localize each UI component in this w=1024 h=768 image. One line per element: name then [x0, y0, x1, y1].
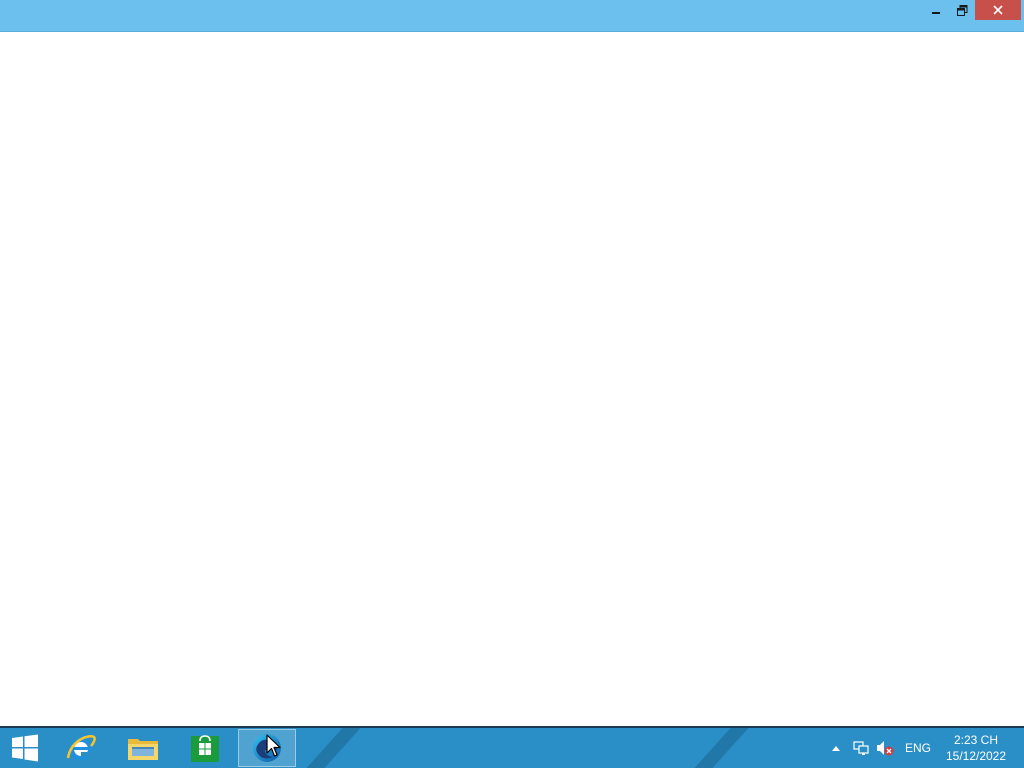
taskbar-stripe [676, 728, 758, 768]
title-bar[interactable] [0, 0, 1024, 32]
restore-icon [956, 4, 967, 16]
app-window [0, 0, 1024, 726]
chevron-up-icon [832, 746, 840, 751]
file-explorer-icon [128, 739, 158, 760]
network-icon [853, 741, 869, 755]
restore-button[interactable] [949, 0, 975, 20]
language-indicator[interactable]: ENG [900, 728, 936, 768]
close-button[interactable] [975, 0, 1021, 20]
mouse-pointer-icon [266, 734, 281, 757]
minimize-button[interactable] [922, 0, 949, 20]
clock-date: 15/12/2022 [945, 749, 1007, 763]
network-button[interactable] [850, 728, 872, 768]
windows-logo-icon [12, 734, 38, 762]
taskbar-internet-explorer[interactable] [52, 729, 110, 767]
clock-time: 2:23 CH [953, 733, 999, 747]
minimize-icon [931, 12, 940, 14]
start-button[interactable] [0, 728, 50, 768]
store-icon [191, 735, 219, 762]
language-label: ENG [904, 741, 931, 755]
internet-explorer-icon [66, 735, 96, 760]
taskbar-store[interactable] [176, 729, 234, 767]
volume-muted-icon [877, 741, 894, 756]
clock[interactable]: 2:23 CH 15/12/2022 [938, 732, 1014, 764]
volume-button[interactable] [874, 728, 896, 768]
close-icon [993, 5, 1003, 15]
show-hidden-icons-button[interactable] [828, 728, 844, 768]
taskbar: ENG 2:23 CH 15/12/2022 [0, 726, 1024, 768]
taskbar-stripe [288, 728, 370, 768]
taskbar-file-explorer[interactable] [114, 729, 172, 767]
window-content [0, 33, 1024, 726]
